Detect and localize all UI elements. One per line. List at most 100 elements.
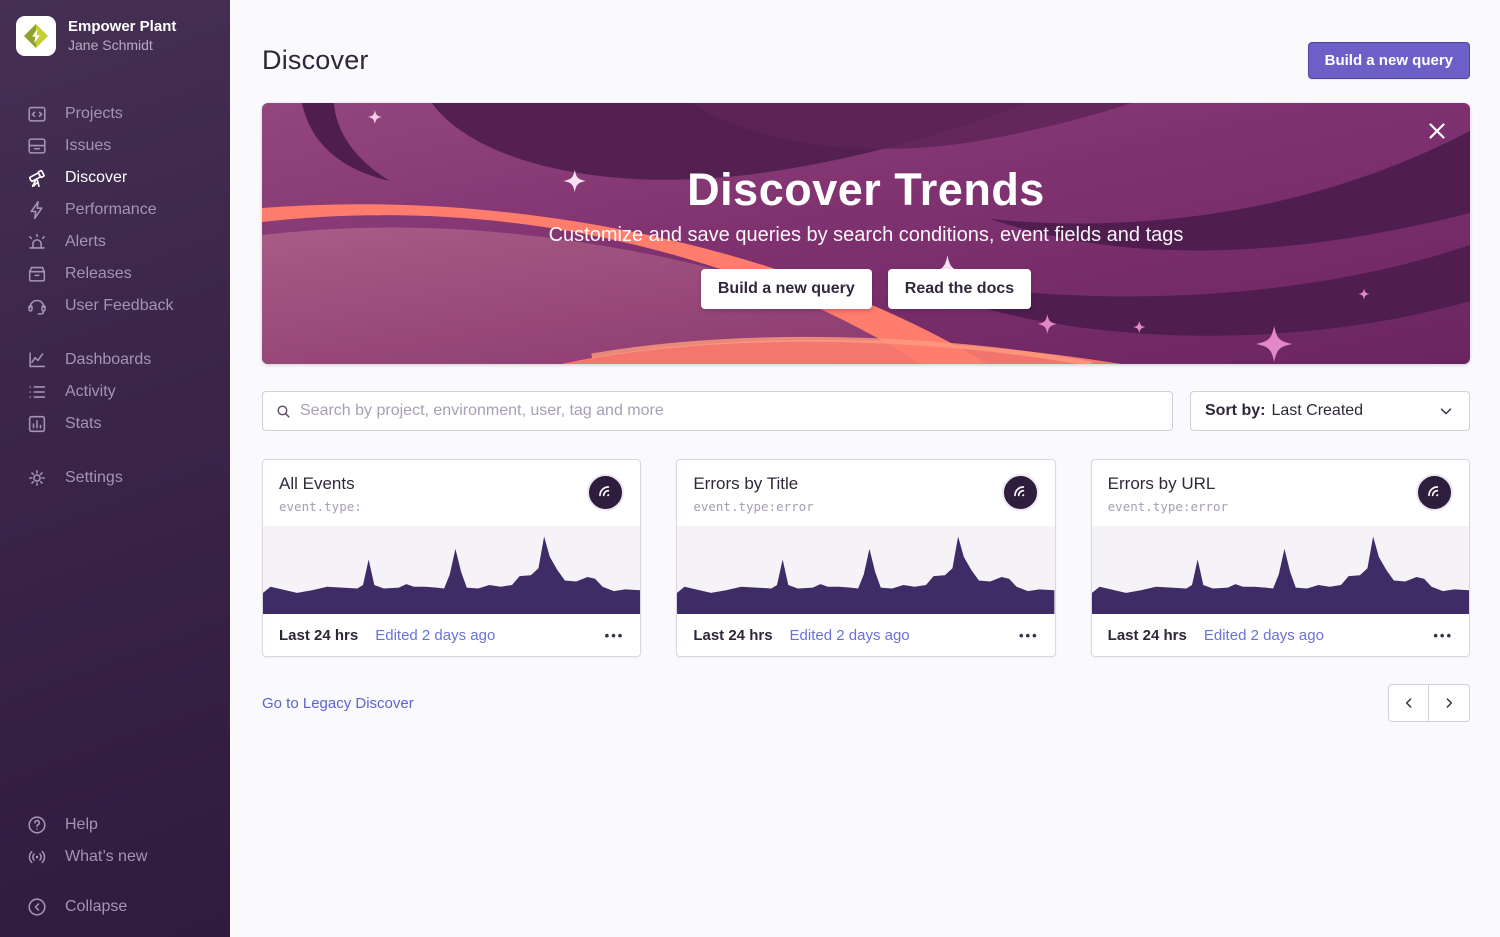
card-timeframe: Last 24 hrs [1108,627,1187,644]
card-query: event.type:error [1108,499,1228,514]
collapse-icon [26,896,48,918]
prev-page-button[interactable] [1388,684,1429,722]
chevron-right-icon [1441,695,1457,711]
overflow-menu-button[interactable]: ••• [1019,624,1039,647]
sidebar-item-label: What’s new [65,848,147,866]
gear-icon [26,467,48,489]
sidebar-item-dashboards[interactable]: Dashboards [0,344,230,376]
sidebar-item-projects[interactable]: Projects [0,98,230,130]
query-card-all-events[interactable]: All Events event.type: Last 24 hrs Edite… [262,459,641,657]
empower-plant-logo-icon [23,23,49,49]
sidebar-item-releases[interactable]: Releases [0,258,230,290]
query-card-errors-by-url[interactable]: Errors by URL event.type:error Last 24 h… [1091,459,1470,657]
page-title: Discover [262,45,369,76]
search-box [262,391,1173,431]
card-title: All Events [279,474,362,494]
sidebar-item-label: Help [65,816,98,834]
broadcast-icon [26,846,48,868]
card-edited: Edited 2 days ago [1204,627,1324,644]
sidebar: Empower Plant Jane Schmidt Projects Issu… [0,0,230,937]
card-timeframe: Last 24 hrs [693,627,772,644]
sentry-logo-icon [1010,482,1031,503]
sidebar-item-label: Alerts [65,233,106,251]
telescope-icon [26,167,48,189]
sidebar-item-alerts[interactable]: Alerts [0,226,230,258]
sidebar-item-collapse[interactable]: Collapse [0,891,230,923]
next-page-button[interactable] [1429,684,1470,722]
sidebar-item-issues[interactable]: Issues [0,130,230,162]
pagination [1388,684,1470,722]
search-input[interactable] [300,402,1160,420]
sentry-logo-icon [595,482,616,503]
search-icon [275,403,292,420]
sidebar-item-label: Stats [65,415,101,433]
banner-read-docs-button[interactable]: Read the docs [888,269,1031,309]
chevron-left-icon [1401,695,1417,711]
sort-value: Last Created [1271,402,1363,420]
sidebar-item-label: Issues [65,137,111,155]
overflow-menu-button[interactable]: ••• [605,624,625,647]
sentry-logo-badge [1002,474,1039,511]
sidebar-item-performance[interactable]: Performance [0,194,230,226]
saved-queries-grid: All Events event.type: Last 24 hrs Edite… [262,459,1470,657]
chevron-down-icon [1437,402,1455,420]
card-chart [1092,526,1469,614]
org-name: Empower Plant [68,18,176,37]
bar-chart-icon [26,413,48,435]
sidebar-item-stats[interactable]: Stats [0,408,230,440]
issues-icon [26,135,48,157]
sidebar-item-settings[interactable]: Settings [0,462,230,494]
card-chart [263,526,640,614]
card-chart [677,526,1054,614]
sort-label: Sort by: [1205,402,1265,420]
siren-icon [26,231,48,253]
sentry-logo-badge [587,474,624,511]
sidebar-item-label: User Feedback [65,297,174,315]
sentry-logo-badge [1416,474,1453,511]
sidebar-item-label: Discover [65,169,127,187]
sentry-logo-icon [1424,482,1445,503]
projects-icon [26,103,48,125]
sidebar-item-whats-new[interactable]: What’s new [0,841,230,873]
org-avatar [16,16,56,56]
build-new-query-button[interactable]: Build a new query [1308,42,1470,79]
sidebar-item-label: Projects [65,105,123,123]
query-card-errors-by-title[interactable]: Errors by Title event.type:error Last 24… [676,459,1055,657]
lightning-icon [26,199,48,221]
card-query: event.type:error [693,499,813,514]
user-name: Jane Schmidt [68,37,176,55]
close-icon [1424,118,1450,144]
card-timeframe: Last 24 hrs [279,627,358,644]
sidebar-item-label: Releases [65,265,132,283]
card-title: Errors by URL [1108,474,1228,494]
card-edited: Edited 2 days ago [790,627,910,644]
sidebar-item-user-feedback[interactable]: User Feedback [0,290,230,322]
banner-subtitle: Customize and save queries by search con… [549,224,1184,247]
line-chart-icon [26,349,48,371]
org-switcher[interactable]: Empower Plant Jane Schmidt [0,16,230,56]
sidebar-item-discover[interactable]: Discover [0,162,230,194]
headset-icon [26,295,48,317]
help-icon [26,814,48,836]
sidebar-item-activity[interactable]: Activity [0,376,230,408]
primary-nav: Projects Issues Discover Performance Ale… [0,98,230,494]
sidebar-item-help[interactable]: Help [0,809,230,841]
card-edited: Edited 2 days ago [375,627,495,644]
main-content: Discover Build a new query [230,0,1500,937]
overflow-menu-button[interactable]: ••• [1433,624,1453,647]
legacy-discover-link[interactable]: Go to Legacy Discover [262,695,414,712]
discover-trends-banner: Discover Trends Customize and save queri… [262,103,1470,364]
sidebar-item-label: Activity [65,383,116,401]
sidebar-item-label: Collapse [65,898,127,916]
banner-build-query-button[interactable]: Build a new query [701,269,872,309]
sidebar-item-label: Settings [65,469,123,487]
card-query: event.type: [279,499,362,514]
card-title: Errors by Title [693,474,813,494]
archive-icon [26,263,48,285]
banner-title: Discover Trends [687,164,1045,216]
sidebar-item-label: Dashboards [65,351,151,369]
list-icon [26,381,48,403]
banner-close-button[interactable] [1424,117,1452,145]
sidebar-item-label: Performance [65,201,157,219]
sort-dropdown[interactable]: Sort by: Last Created [1190,391,1470,431]
